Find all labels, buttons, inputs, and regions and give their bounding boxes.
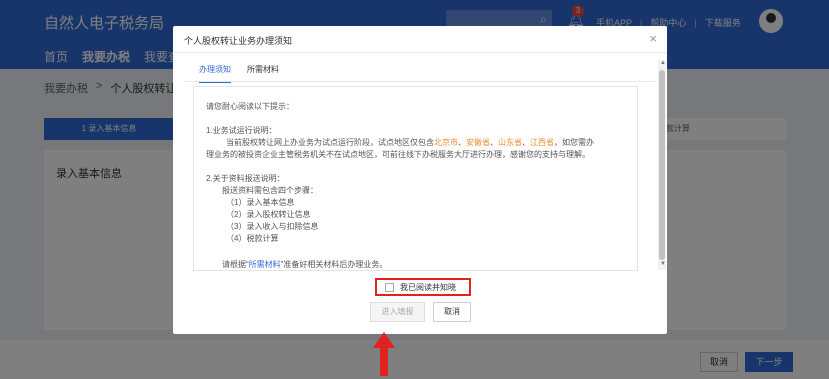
city-shandong: 山东省 [498,138,522,147]
agree-checkbox[interactable] [385,282,394,292]
section-2-text: 报送资料需包含四个步骤： [222,186,318,195]
notice-intro: 请您耐心阅读以下提示： [206,102,294,111]
red-arrow-icon [373,332,395,376]
step-item-1: （1）录入基本信息 [226,198,295,207]
close-icon[interactable]: × [649,31,657,46]
divider [173,52,667,53]
notice-content: 请您耐心阅读以下提示： 1.业务试运行说明： 当前股权转让网上办业务为试点运行阶… [193,86,638,271]
step-item-4: （4）税款计算 [226,234,279,243]
step-item-3: （3）录入收入与扣除信息 [226,222,319,231]
scroll-down-icon[interactable]: ▼ [660,261,666,267]
section-2-title: 2.关于资料报送说明： [206,174,285,183]
city-separator: 、 [490,138,498,147]
agree-checkbox-highlight[interactable]: 我已阅读并知晓 [375,278,471,296]
city-separator: 、 [458,138,466,147]
notice-dialog: 个人股权转让业务办理须知 × 办理须知 所需材料 请您耐心阅读以下提示： 1.业… [173,26,667,334]
city-separator: 、 [522,138,530,147]
section-3-text-b: ”准备好相关材料后办理业务。 [280,260,388,269]
dialog-title: 个人股权转让业务办理须知 [184,36,293,46]
dialog-cancel-button[interactable]: 取消 [433,302,471,322]
city-beijing: 北京市 [434,138,458,147]
section-3-text-a: 请根据“ [222,260,249,269]
dialog-scrollbar[interactable]: ▲ ▼ [658,60,666,270]
section-1-text: 当前股权转让网上办业务为试点运行阶段，试点地区仅包含北京市、安徽省、山东省、江西… [226,137,594,149]
section-3-text: 请根据“所需材料”准备好相关材料后办理业务。 [222,259,388,270]
city-anhui: 安徽省 [466,138,490,147]
divider [185,81,655,82]
proceed-button[interactable]: 进入填报 [370,302,425,322]
step-item-2: （2）录入股权转让信息 [226,210,311,219]
section-1-text-c: 理业务的被投资企业主管税务机关不在试点地区，可前往线下办税服务大厅进行办理，感谢… [206,150,590,159]
scroll-up-icon[interactable]: ▲ [660,60,666,66]
agree-label: 我已阅读并知晓 [400,282,456,292]
section-1-title: 1.业务试运行说明： [206,126,277,135]
materials-link[interactable]: 所需材料 [249,260,281,269]
scroll-thumb[interactable] [659,70,665,260]
section-1-text-a: 当前股权转让网上办业务为试点运行阶段，试点地区仅包含 [226,138,434,147]
section-1-text-b: ，如您需办 [554,138,594,147]
city-jiangxi: 江西省 [530,138,554,147]
